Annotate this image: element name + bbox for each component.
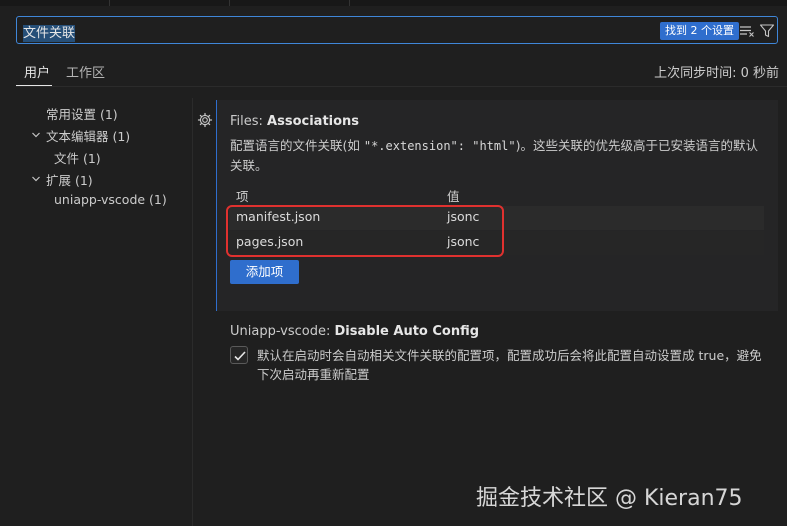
table-header-item: 项 bbox=[236, 189, 249, 204]
toc-item-files[interactable]: 文件 (1) bbox=[54, 148, 101, 167]
setting-title: Uniapp-vscode: Disable Auto Config bbox=[230, 324, 480, 339]
toc-item-common[interactable]: 常用设置 (1) bbox=[46, 104, 118, 123]
checkmark-icon bbox=[234, 351, 246, 361]
toc-item-uniapp-vscode[interactable]: uniapp-vscode (1) bbox=[54, 192, 167, 207]
search-result-badge: 找到 2 个设置 bbox=[660, 22, 739, 40]
setting-description: 默认在启动时会自动相关文件关联的配置项，配置成功后会将此配置自动设置成 true… bbox=[257, 348, 762, 382]
table-header-value: 值 bbox=[447, 189, 460, 204]
editor-tab-strip bbox=[0, 0, 787, 6]
toc-sash[interactable] bbox=[192, 98, 193, 526]
setting-title: Files: Associations bbox=[230, 114, 360, 129]
settings-editor: 文件关联 找到 2 个设置 用户 工作区 上次同步时间: 0 秒前 常用设置 (… bbox=[0, 0, 787, 526]
watermark: 掘金技术社区 @ Kieran75 bbox=[476, 486, 743, 511]
gear-icon[interactable] bbox=[197, 112, 213, 128]
chevron-down-icon[interactable] bbox=[31, 130, 41, 140]
clear-filter-icon[interactable] bbox=[739, 23, 755, 39]
settings-search-input[interactable]: 文件关联 找到 2 个设置 bbox=[16, 16, 778, 44]
toc-item-extensions[interactable]: 扩展 (1) bbox=[46, 170, 93, 189]
toc-item-text-editor[interactable]: 文本编辑器 (1) bbox=[46, 126, 130, 145]
tab-user[interactable]: 用户 bbox=[24, 62, 50, 81]
annotation-highlight-box bbox=[226, 205, 504, 257]
last-sync-status: 上次同步时间: 0 秒前 bbox=[654, 66, 779, 81]
filter-icon[interactable] bbox=[759, 23, 775, 39]
tab-workspace[interactable]: 工作区 bbox=[66, 62, 105, 81]
divider bbox=[16, 86, 787, 87]
search-value[interactable]: 文件关联 bbox=[23, 22, 76, 42]
chevron-down-icon[interactable] bbox=[31, 174, 41, 184]
setting-description: 配置语言的文件关联(如 "*.extension": "html")。这些关联的… bbox=[230, 138, 758, 173]
disable-auto-config-checkbox[interactable] bbox=[230, 346, 248, 364]
add-item-button[interactable]: 添加项 bbox=[230, 260, 299, 284]
